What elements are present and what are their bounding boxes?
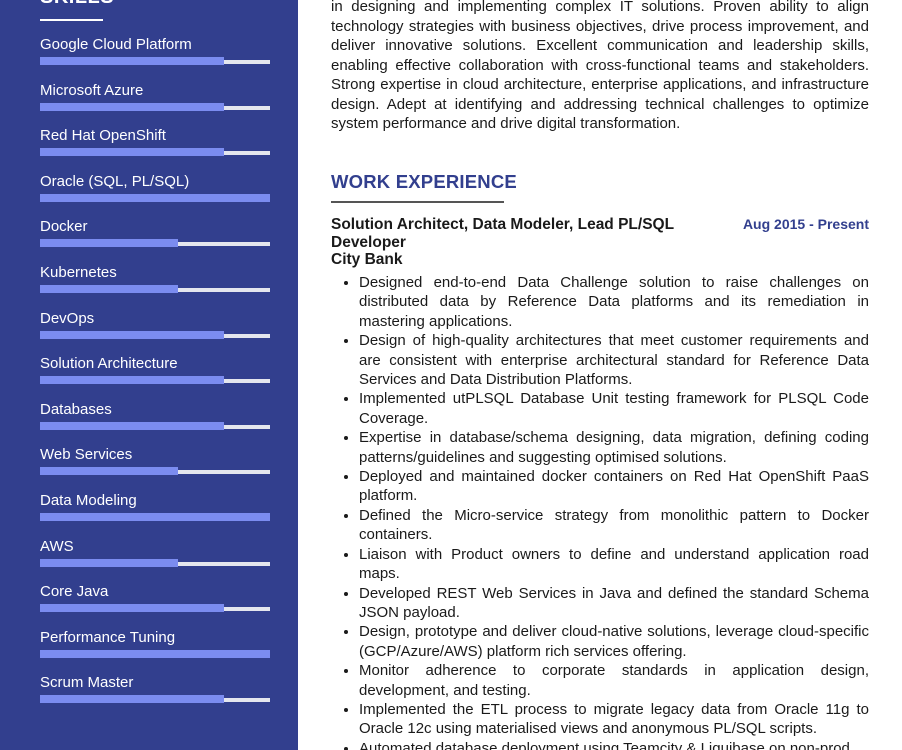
skill-item: Google Cloud Platform <box>40 36 270 65</box>
skill-item: Microsoft Azure <box>40 81 270 111</box>
skill-bar-fill <box>40 649 270 658</box>
skill-label: Databases <box>40 400 112 418</box>
skill-item: Oracle (SQL, PL/SQL) <box>40 172 270 202</box>
skill-label: Google Cloud Platform <box>40 36 192 53</box>
skill-bar-fill <box>40 285 178 293</box>
skill-item: AWS <box>40 537 270 567</box>
work-experience-heading: WORK EXPERIENCE <box>331 171 517 192</box>
skill-label: Performance Tuning <box>40 628 176 646</box>
skill-item: DevOps <box>40 309 270 339</box>
skill-label: Docker <box>40 218 88 236</box>
skill-label: Red Hat OpenShift <box>40 127 166 145</box>
skill-bar-fill <box>40 421 224 430</box>
skill-item: Solution Architecture <box>40 355 270 385</box>
skill-bar-fill <box>40 513 270 521</box>
skills-heading: SKILLS <box>40 0 114 9</box>
skill-item: Kubernetes <box>40 264 270 293</box>
skill-bar-fill <box>40 467 178 476</box>
job-date: Aug 2015 - Present <box>742 216 869 232</box>
job-bullet: Implemented utPLSQL Database Unit testin… <box>359 389 869 428</box>
skill-label: Scrum Master <box>40 674 134 692</box>
skill-item: Performance Tuning <box>40 628 270 658</box>
skill-bar-fill <box>40 239 178 248</box>
job-title: Solution Architect, Data Modeler, Lead P… <box>331 216 674 251</box>
skill-item: Docker <box>40 218 270 248</box>
skill-item: Scrum Master <box>40 674 270 704</box>
job-bullet: Developed REST Web Services in Java and … <box>359 584 869 623</box>
job-bullet: Defined the Micro-service strategy from … <box>359 506 869 545</box>
skills-heading-underline <box>40 19 103 21</box>
job-bullet: Design, prototype and deliver cloud-nati… <box>359 622 869 661</box>
skill-label: AWS <box>40 537 74 555</box>
skill-item: Data Modeling <box>40 492 270 521</box>
skill-label: Kubernetes <box>40 264 117 281</box>
skill-label: Web Services <box>40 446 133 464</box>
skill-label: Solution Architecture <box>40 355 178 373</box>
skill-label: Data Modeling <box>40 492 137 509</box>
job-bullet: Designed end-to-end Data Challenge solut… <box>359 273 869 331</box>
skill-bar-fill <box>40 330 224 339</box>
skill-bar-fill <box>40 102 224 111</box>
skill-item: Web Services <box>40 446 270 476</box>
skill-label: Microsoft Azure <box>40 81 144 99</box>
job-bullet: Design of high-quality architectures tha… <box>359 331 869 389</box>
skill-bar-fill <box>40 558 178 567</box>
skill-label: DevOps <box>40 309 95 327</box>
job-bullet: Expertise in database/schema designing, … <box>359 428 869 467</box>
skill-item: Red Hat OpenShift <box>40 127 270 157</box>
skill-bar-fill <box>40 57 224 65</box>
skill-bar-fill <box>40 148 224 157</box>
company-name: City Bank <box>331 251 403 268</box>
skill-label: Core Java <box>40 583 109 601</box>
skill-label: Oracle (SQL, PL/SQL) <box>40 172 190 190</box>
skill-bar-fill <box>40 376 224 385</box>
job-bullets: Designed end-to-end Data Challenge solut… <box>359 273 869 750</box>
job-bullet: Deployed and maintained docker container… <box>359 467 869 506</box>
skill-bar-fill <box>40 695 224 704</box>
job-bullet: Liaison with Product owners to define an… <box>359 545 869 584</box>
skill-item: Databases <box>40 400 270 430</box>
profile-summary: in designing and implementing complex IT… <box>331 0 869 132</box>
sidebar: SKILLS Google Cloud Platform Microsoft Az… <box>0 0 298 750</box>
job-bullet: Implemented the ETL process to migrate l… <box>359 700 869 739</box>
work-experience-underline <box>331 201 504 203</box>
skill-bar-fill <box>40 193 270 202</box>
skill-item: Core Java <box>40 583 270 613</box>
job-bullet: Automated database deployment using Team… <box>359 739 869 750</box>
job-bullet: Monitor adherence to corporate standards… <box>359 661 869 700</box>
skill-bar-fill <box>40 604 224 613</box>
